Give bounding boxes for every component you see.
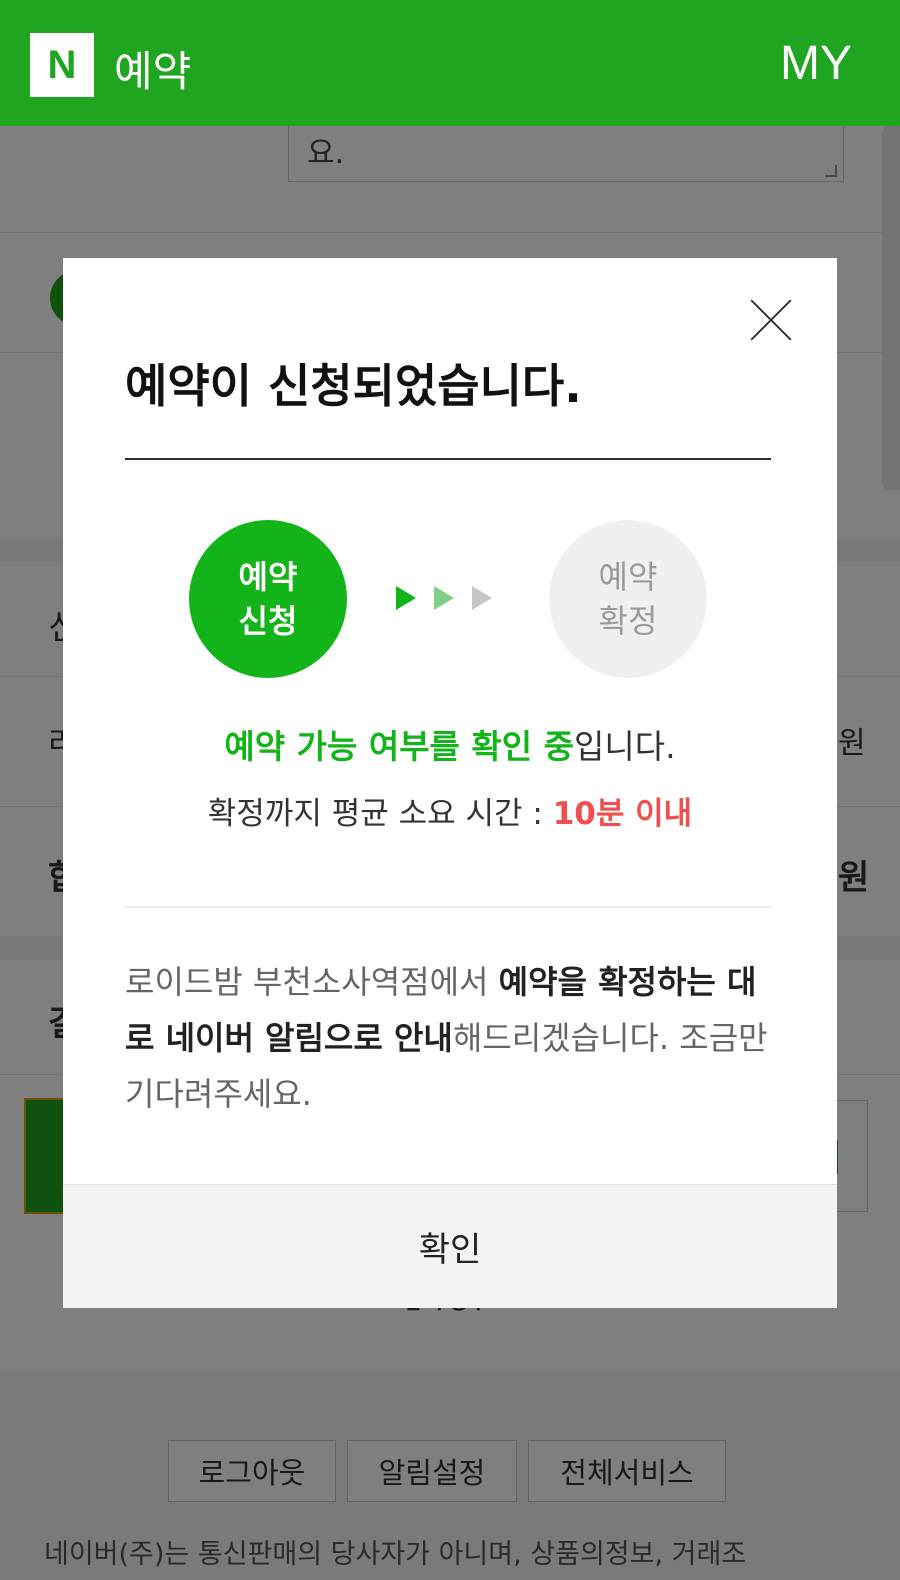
time-value: 10분 이내	[552, 796, 693, 832]
step-confirmed: 예약 확정	[549, 520, 707, 678]
step-requested: 예약 신청	[189, 520, 347, 678]
my-button[interactable]: MY	[780, 36, 852, 91]
triple-arrow-icon	[396, 586, 492, 610]
logo-letter: N	[47, 42, 77, 87]
average-time-message: 확정까지 평균 소요 시간 : 10분 이내	[63, 788, 837, 833]
content-divider	[125, 906, 771, 908]
status-rest: 입니다.	[573, 727, 676, 766]
dialog-title: 예약이 신청되었습니다.	[125, 359, 582, 413]
page-title: 예약	[114, 47, 192, 96]
confirm-button[interactable]: 확인	[63, 1184, 837, 1308]
notice-part1: 로이드밤 부천소사역점에서	[125, 963, 499, 1001]
reservation-dialog: 예약이 신청되었습니다. 예약 신청 예약 확정 예약 가능 여부를 확인 중입…	[63, 258, 837, 1308]
status-message: 예약 가능 여부를 확인 중입니다.	[63, 720, 837, 768]
step-requested-line2: 신청	[238, 602, 298, 640]
step-confirmed-line2: 확정	[598, 602, 658, 640]
close-icon[interactable]	[747, 296, 795, 344]
app-header: N 예약 MY	[0, 0, 900, 126]
step-requested-line1: 예약	[238, 558, 298, 596]
status-highlight: 예약 가능 여부를 확인 중	[224, 727, 574, 766]
notice-text: 로이드밤 부천소사역점에서 예약을 확정하는 대로 네이버 알림으로 안내해드리…	[125, 954, 775, 1122]
step-confirmed-line1: 예약	[598, 558, 658, 596]
title-divider	[125, 458, 771, 460]
time-prefix: 확정까지 평균 소요 시간 :	[207, 796, 553, 832]
naver-logo[interactable]: N	[30, 33, 94, 97]
